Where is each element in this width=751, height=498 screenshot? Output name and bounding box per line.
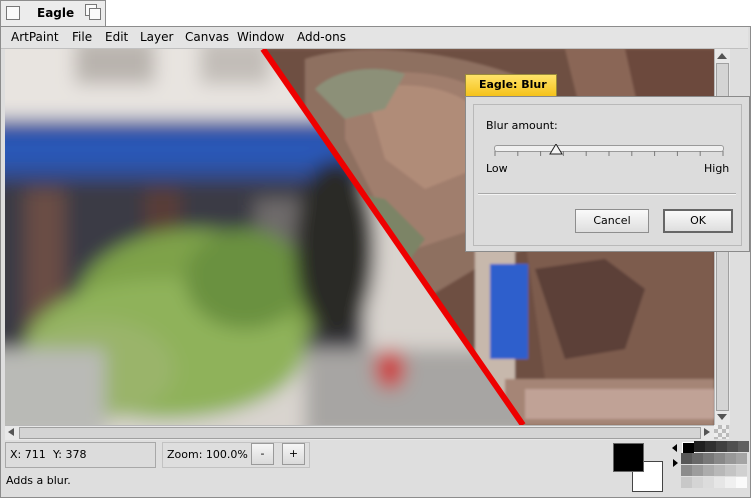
foreground-color-swatch[interactable] xyxy=(613,443,644,472)
tab-bar xyxy=(0,0,751,27)
scroll-left-icon[interactable] xyxy=(8,428,14,436)
palette-swatch[interactable] xyxy=(736,477,747,488)
slider-thumb[interactable] xyxy=(548,144,563,155)
scroll-up-icon[interactable] xyxy=(717,53,727,59)
low-label: Low xyxy=(486,162,508,175)
zoom-window-icon[interactable] xyxy=(85,4,101,20)
zoom-in-button[interactable]: + xyxy=(282,443,305,465)
menu-bar: ArtPaint File Edit Layer Canvas Window A… xyxy=(1,27,748,49)
cursor-coordinates: X: 711 Y: 378 xyxy=(5,442,156,468)
dialog-separator xyxy=(478,193,736,195)
zoom-out-button[interactable]: - xyxy=(251,443,274,465)
palette-swatch[interactable] xyxy=(714,453,725,464)
palette-swatch[interactable] xyxy=(714,477,725,488)
palette-swatch[interactable] xyxy=(694,441,705,452)
menu-artpaint[interactable]: ArtPaint xyxy=(11,30,59,44)
menu-edit[interactable]: Edit xyxy=(105,30,128,44)
cancel-button[interactable]: Cancel xyxy=(575,209,649,233)
ok-button[interactable]: OK xyxy=(663,209,733,233)
palette-swatch[interactable] xyxy=(716,441,727,452)
palette-swatch[interactable] xyxy=(736,465,747,476)
palette-swatch[interactable] xyxy=(681,453,692,464)
palette-swatch[interactable] xyxy=(714,465,725,476)
palette-swatch[interactable] xyxy=(738,441,749,452)
palette-swatch[interactable] xyxy=(725,477,736,488)
window-tab[interactable]: Eagle xyxy=(0,0,106,27)
color-palette[interactable] xyxy=(681,441,749,489)
palette-swatch[interactable] xyxy=(703,453,714,464)
close-icon[interactable] xyxy=(6,6,20,20)
menu-file[interactable]: File xyxy=(72,30,92,44)
palette-swatch[interactable] xyxy=(703,465,714,476)
x-coordinate: X: 711 xyxy=(10,448,46,461)
palette-swatch[interactable] xyxy=(736,453,747,464)
palette-swatch[interactable] xyxy=(725,453,736,464)
blur-amount-label: Blur amount: xyxy=(486,119,558,132)
menu-add-ons[interactable]: Add-ons xyxy=(297,30,346,44)
window-title: Eagle xyxy=(37,6,75,20)
dialog-title: Eagle: Blur xyxy=(479,78,547,91)
menu-window[interactable]: Window xyxy=(237,30,284,44)
slider-ticks xyxy=(494,151,724,156)
palette-swatch[interactable] xyxy=(703,477,714,488)
scroll-down-icon[interactable] xyxy=(717,414,727,420)
scroll-corner xyxy=(714,425,729,439)
palette-swatch[interactable] xyxy=(681,465,692,476)
horizontal-scroll-thumb[interactable] xyxy=(19,427,701,439)
palette-swatch[interactable] xyxy=(692,453,703,464)
scroll-right-icon[interactable] xyxy=(704,428,710,436)
high-label: High xyxy=(704,162,730,175)
palette-swatch[interactable] xyxy=(681,477,692,488)
y-coordinate: Y: 378 xyxy=(53,448,87,461)
zoom-level: Zoom: 100.0% xyxy=(167,448,248,461)
palette-swatch[interactable] xyxy=(725,465,736,476)
palette-swatch[interactable] xyxy=(705,441,716,452)
palette-switch[interactable] xyxy=(671,441,680,471)
menu-canvas[interactable]: Canvas xyxy=(185,30,229,44)
menu-layer[interactable]: Layer xyxy=(140,30,173,44)
previous-palette-icon[interactable] xyxy=(672,444,677,452)
next-palette-icon[interactable] xyxy=(673,459,678,467)
palette-swatch[interactable] xyxy=(692,477,703,488)
status-message: Adds a blur. xyxy=(6,474,71,487)
palette-swatch[interactable] xyxy=(692,465,703,476)
palette-swatch[interactable] xyxy=(727,441,738,452)
